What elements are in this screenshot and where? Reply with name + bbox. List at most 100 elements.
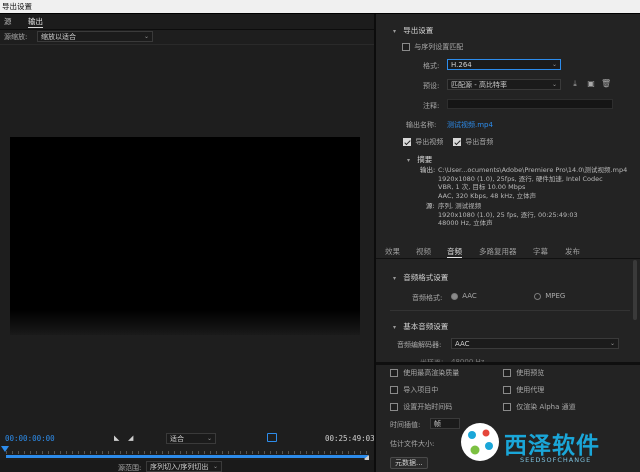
playhead-icon[interactable] bbox=[1, 446, 9, 452]
summary-source-line: 序列, 测试视频 bbox=[438, 202, 482, 210]
source-range-bar: 源范围: 序列切入/序列切出 ⌄ bbox=[0, 460, 374, 472]
start-timecode-checkbox[interactable] bbox=[390, 403, 398, 411]
preset-value: 匹配源 - 高比特率 bbox=[451, 81, 507, 89]
max-render-quality-label: 使用最高渲染质量 bbox=[403, 369, 460, 377]
timeline-ruler bbox=[6, 451, 368, 454]
use-proxy-row: 使用代理 bbox=[503, 385, 544, 395]
tab-output[interactable]: 输出 bbox=[28, 16, 43, 28]
time-interp-dropdown[interactable]: 帧 bbox=[430, 418, 460, 429]
alpha-only-label: 仅渲染 Alpha 通道 bbox=[516, 403, 576, 411]
import-project-row: 导入项目中 bbox=[390, 385, 438, 395]
timecode-start[interactable]: 00:00:00:00 bbox=[5, 434, 55, 443]
chevron-down-icon: ⌄ bbox=[212, 463, 218, 470]
summary-source: 序列, 测试视频 1920x1080 (1.0), 25 fps, 逐行, 00… bbox=[438, 202, 636, 228]
set-out-point-icon[interactable]: ◢ bbox=[128, 434, 133, 442]
tab-captions[interactable]: 字幕 bbox=[533, 246, 548, 258]
chevron-down-icon: ⌄ bbox=[551, 61, 557, 68]
audio-codec-dropdown[interactable]: AAC ⌄ bbox=[451, 338, 619, 349]
preset-dropdown[interactable]: 匹配源 - 高比特率 ⌄ bbox=[447, 79, 561, 90]
radio-mpeg[interactable]: MPEG bbox=[534, 292, 565, 300]
watermark-brand: 西泽软件 bbox=[504, 433, 600, 459]
options-splitter[interactable] bbox=[376, 362, 640, 365]
audio-codec-value: AAC bbox=[455, 340, 470, 348]
summary-source-line: 1920x1080 (1.0), 25 fps, 逐行, 00:25:49:03 bbox=[438, 210, 578, 219]
tab-source[interactable]: 源 bbox=[4, 16, 12, 28]
chevron-down-icon: ⌄ bbox=[206, 435, 212, 442]
summary-output: C:\User...ocuments\Adobe\Premiere Pro\14… bbox=[438, 166, 636, 200]
radio-aac-label: AAC bbox=[462, 292, 477, 300]
work-area-bar[interactable] bbox=[6, 455, 368, 458]
use-preview-row: 使用预览 bbox=[503, 368, 544, 378]
chevron-down-icon: ⌄ bbox=[143, 33, 149, 40]
set-in-point-icon[interactable]: ◣ bbox=[114, 434, 119, 442]
summary-output-line: 1920x1080 (1.0), 25fps, 逐行, 硬件加速, Intel … bbox=[438, 174, 603, 183]
alpha-only-checkbox[interactable] bbox=[503, 403, 511, 411]
match-sequence-label: 与序列设置匹配 bbox=[414, 43, 464, 51]
output-name-link[interactable]: 测试视频.mp4 bbox=[447, 120, 493, 130]
basic-audio-section: ▾ 基本音频设置 bbox=[393, 321, 448, 332]
brand-logo-icon bbox=[461, 423, 499, 461]
watermark: 西泽软件 SEEDSOFCHANGE bbox=[458, 418, 638, 472]
video-preview bbox=[10, 137, 360, 335]
save-preset-icon[interactable]: ⤓ bbox=[570, 79, 580, 89]
tab-multiplexer[interactable]: 多路复用器 bbox=[479, 246, 517, 258]
window-title: 导出设置 bbox=[0, 0, 640, 13]
export-video-checkbox[interactable] bbox=[403, 138, 411, 146]
import-project-checkbox[interactable] bbox=[390, 386, 398, 394]
fit-dropdown[interactable]: 适合 ⌄ bbox=[166, 433, 216, 444]
caret-down-icon[interactable]: ▾ bbox=[393, 28, 396, 35]
tab-publish[interactable]: 发布 bbox=[565, 246, 580, 258]
source-range-dropdown[interactable]: 序列切入/序列切出 ⌄ bbox=[146, 461, 222, 472]
import-preset-icon[interactable]: ▣ bbox=[586, 79, 596, 89]
source-scale-dropdown[interactable]: 缩放以适合 ⌄ bbox=[37, 31, 153, 42]
chevron-down-icon: ⌄ bbox=[609, 340, 615, 347]
source-range-label: 源范围: bbox=[118, 464, 142, 472]
match-sequence-checkbox[interactable] bbox=[402, 43, 410, 51]
video-preview-fade bbox=[10, 310, 360, 335]
caret-down-icon[interactable]: ▾ bbox=[407, 157, 410, 164]
caret-down-icon[interactable]: ▾ bbox=[393, 275, 396, 282]
use-preview-checkbox[interactable] bbox=[503, 369, 511, 377]
summary-output-key: 输出: bbox=[420, 166, 436, 174]
comments-input[interactable] bbox=[447, 99, 613, 109]
radio-mpeg-indicator[interactable] bbox=[534, 292, 541, 300]
use-proxy-checkbox[interactable] bbox=[503, 386, 511, 394]
summary-source-key: 源: bbox=[426, 202, 435, 210]
max-render-quality-checkbox[interactable] bbox=[390, 369, 398, 377]
comments-label: 注释: bbox=[423, 102, 440, 110]
use-proxy-label: 使用代理 bbox=[516, 386, 545, 394]
export-audio-label: 导出音频 bbox=[465, 138, 494, 146]
radio-aac[interactable]: AAC bbox=[451, 292, 477, 300]
summary-output-line: VBR, 1 次, 目标 10.00 Mbps bbox=[438, 183, 526, 191]
tab-video[interactable]: 视频 bbox=[416, 246, 431, 258]
section-divider bbox=[390, 310, 630, 311]
audio-codec-label: 音频编解码器: bbox=[397, 341, 442, 349]
settings-scrollbar[interactable] bbox=[633, 260, 637, 320]
export-settings-section: ▾ 导出设置 bbox=[393, 25, 433, 36]
caret-down-icon[interactable]: ▾ bbox=[393, 324, 396, 331]
alpha-only-row: 仅渲染 Alpha 通道 bbox=[503, 402, 576, 412]
export-video-row: 导出视频 bbox=[403, 137, 443, 147]
source-scale-value: 缩放以适合 bbox=[41, 33, 76, 41]
metadata-button[interactable]: 元数据... bbox=[390, 457, 428, 469]
preset-label: 预设: bbox=[423, 82, 440, 90]
settings-tabs: 效果 视频 音频 多路复用器 字幕 发布 bbox=[376, 244, 640, 259]
timecode-end: 00:25:49:03 bbox=[325, 434, 375, 443]
delete-preset-icon[interactable]: 🗑 bbox=[601, 79, 611, 89]
use-preview-label: 使用预览 bbox=[516, 369, 545, 377]
summary-section: ▾ 摘要 bbox=[407, 154, 432, 165]
max-render-quality-row: 使用最高渲染质量 bbox=[390, 368, 459, 378]
tab-audio[interactable]: 音频 bbox=[447, 246, 462, 258]
tab-effects[interactable]: 效果 bbox=[385, 246, 400, 258]
format-dropdown[interactable]: H.264 ⌄ bbox=[447, 59, 561, 70]
format-label: 格式: bbox=[423, 62, 440, 70]
fit-value: 适合 bbox=[170, 435, 184, 443]
source-divider bbox=[0, 44, 374, 45]
aspect-ratio-icon[interactable] bbox=[267, 433, 277, 442]
basic-audio-header: 基本音频设置 bbox=[403, 322, 449, 331]
summary-source-line: 48000 Hz, 立体声 bbox=[438, 219, 493, 227]
time-interp-label: 时间插值: bbox=[390, 421, 421, 429]
radio-aac-indicator[interactable] bbox=[451, 292, 458, 300]
export-video-label: 导出视频 bbox=[415, 138, 444, 146]
export-audio-checkbox[interactable] bbox=[453, 138, 461, 146]
